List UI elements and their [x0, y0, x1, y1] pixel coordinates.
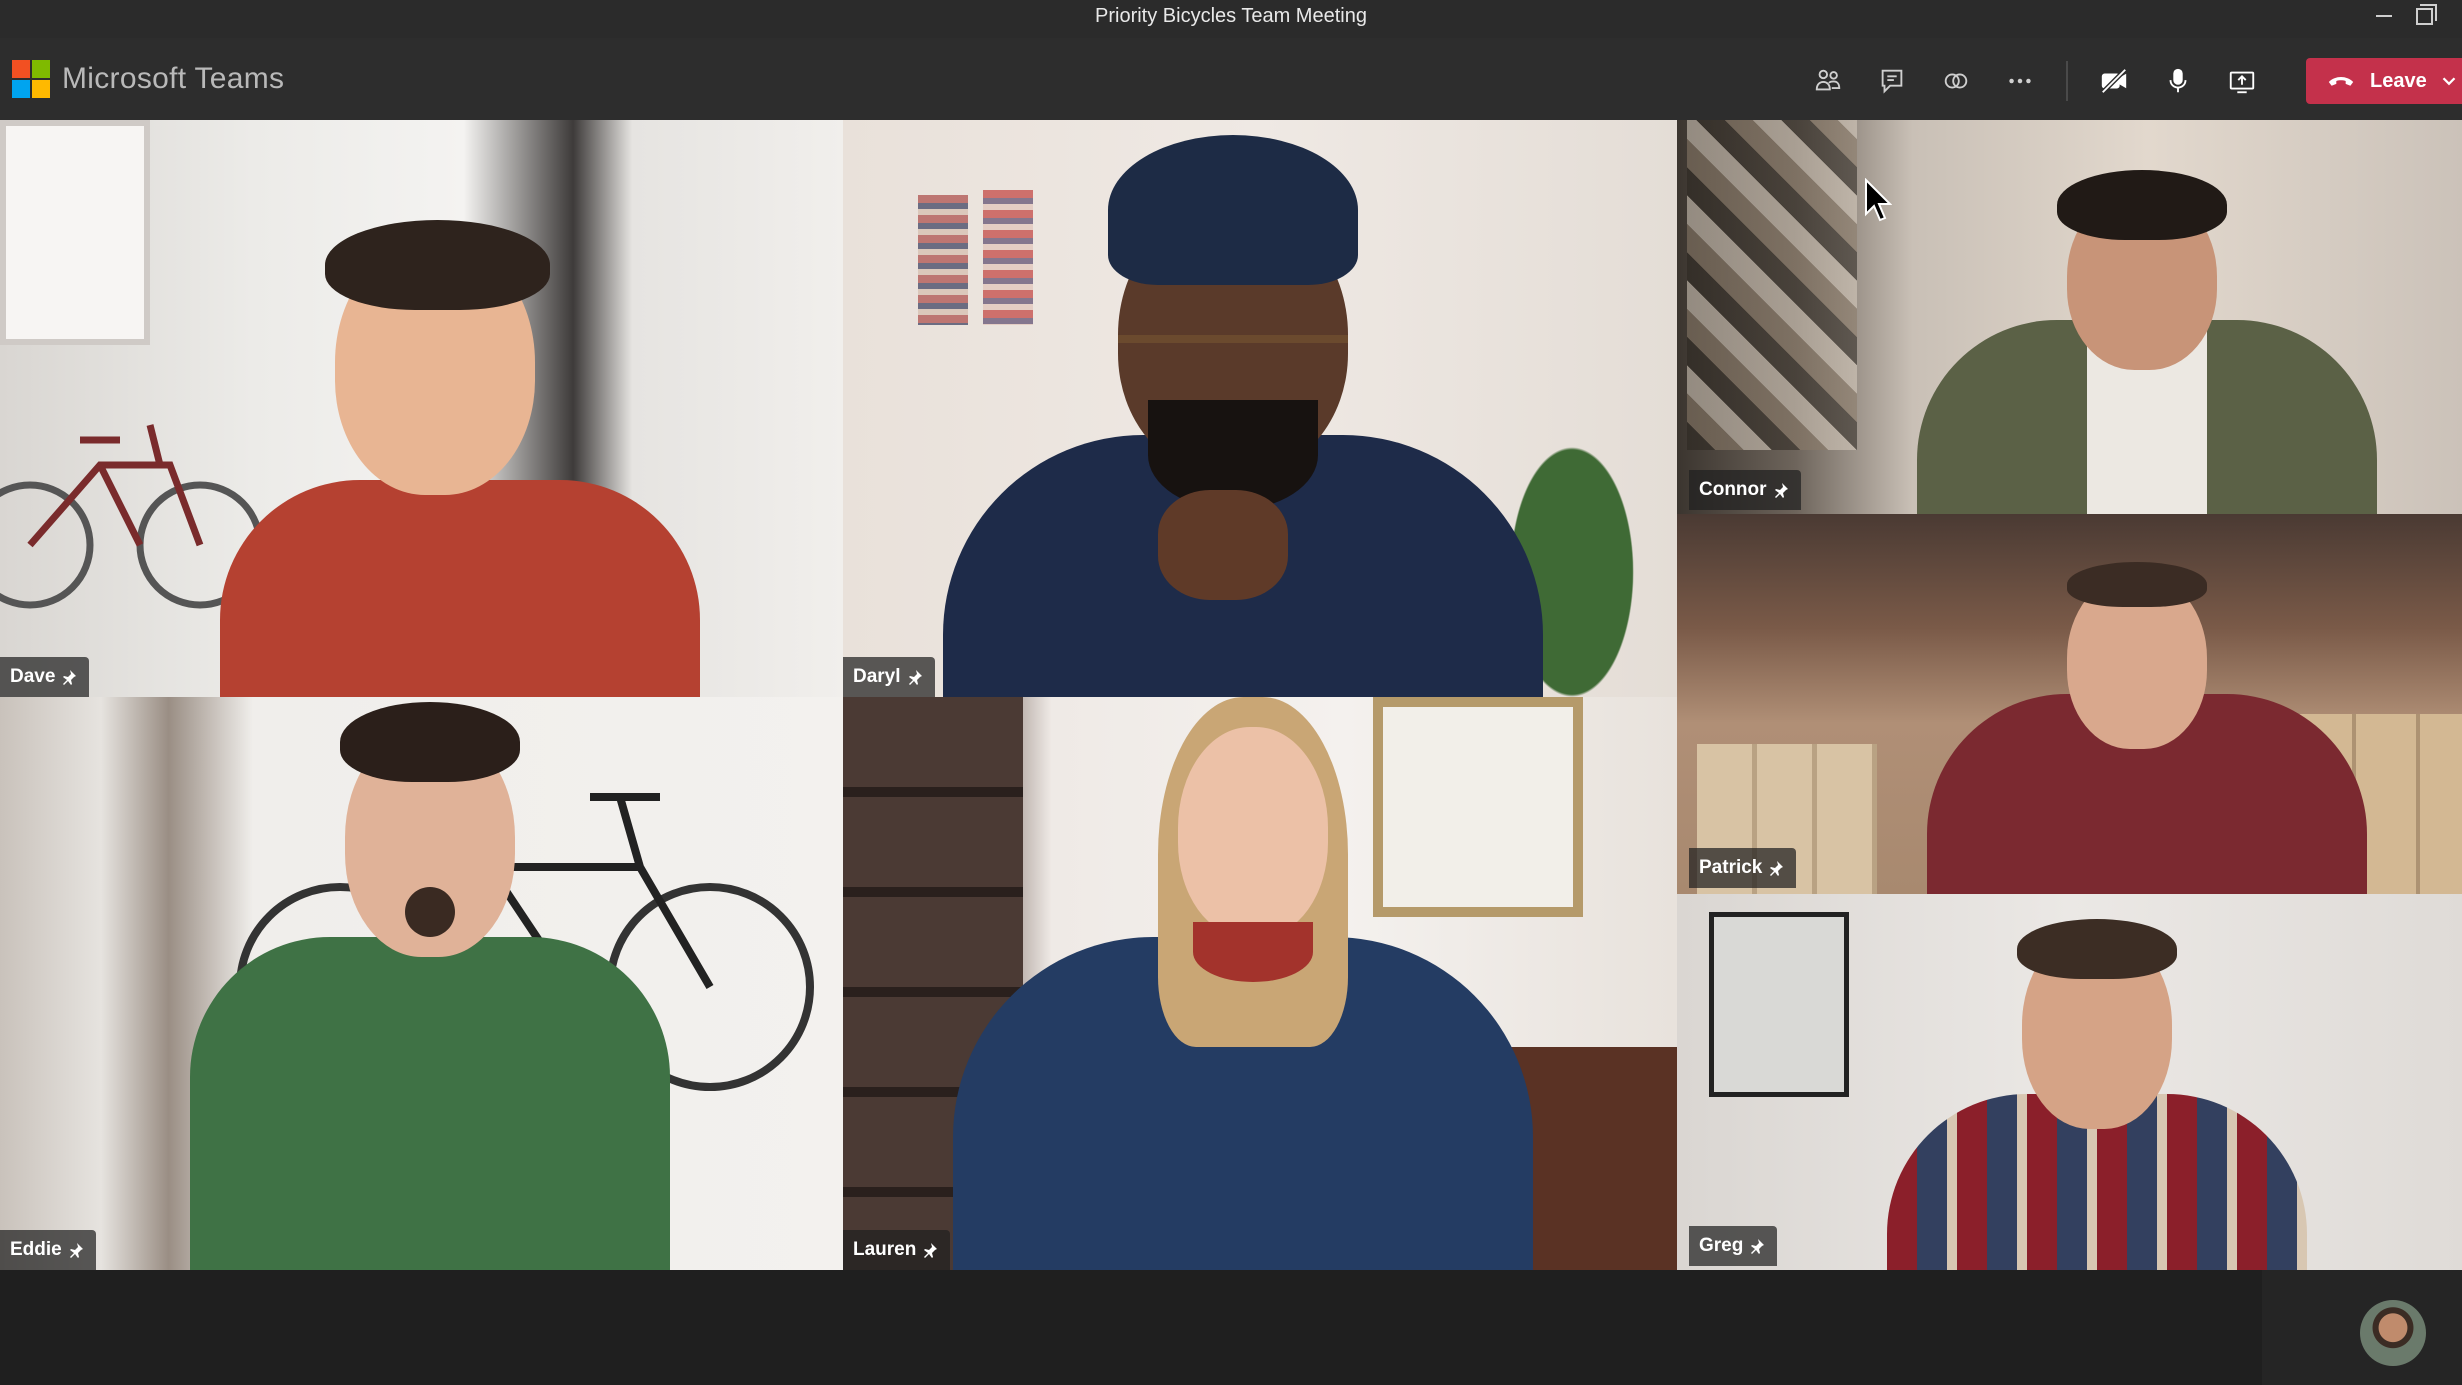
participant-name-tag: Connor — [1689, 470, 1801, 510]
pin-icon — [1751, 1239, 1765, 1254]
video-tile-patrick[interactable]: Patrick — [1677, 514, 2462, 894]
participant-name: Daryl — [853, 666, 901, 687]
pin-icon — [1774, 483, 1788, 498]
chat-icon — [1881, 69, 1903, 94]
microphone-button[interactable] — [2146, 58, 2210, 104]
share-screen-icon — [2229, 71, 2255, 94]
participant-name-tag: Greg — [1689, 1226, 1778, 1266]
participant-video — [1877, 140, 2437, 514]
video-tile-eddie[interactable]: Eddie — [0, 697, 843, 1270]
participant-video — [1917, 544, 2377, 894]
pin-icon — [1770, 861, 1784, 876]
wall-art — [1709, 912, 1849, 1097]
maximize-button[interactable] — [2404, 0, 2444, 32]
app-logo: Microsoft Teams — [12, 60, 284, 98]
scarf — [1193, 922, 1313, 982]
participant-name: Patrick — [1699, 857, 1763, 878]
participant-video — [210, 180, 710, 697]
window-title: Priority Bicycles Team Meeting — [1095, 5, 1367, 27]
participant-video — [1877, 914, 2317, 1270]
reactions-button[interactable] — [1924, 58, 1988, 104]
participant-video — [933, 697, 1553, 1270]
self-view[interactable] — [2262, 1270, 2462, 1385]
title-bar: Priority Bicycles Team Meeting — [0, 0, 2462, 38]
participants-button[interactable] — [1796, 58, 1860, 104]
mouse-cursor-icon — [1865, 178, 1892, 222]
avatar[interactable] — [2360, 1300, 2426, 1366]
camera-toggle-button[interactable] — [2082, 58, 2146, 104]
participant-name-tag: Lauren — [843, 1230, 951, 1270]
pin-icon — [69, 1243, 83, 1258]
video-tile-greg[interactable]: Greg — [1677, 894, 2462, 1270]
video-tile-connor[interactable]: Connor — [1677, 120, 2462, 514]
participant-name: Dave — [10, 666, 56, 687]
bicycle-poster — [0, 120, 150, 345]
pin-icon — [63, 670, 77, 685]
participant-name: Connor — [1699, 479, 1767, 500]
more-options-button[interactable] — [1988, 58, 2052, 104]
app-header: Microsoft Teams Leave — [0, 38, 2462, 120]
meeting-controls: Leave — [1796, 58, 2462, 104]
participant-name-tag: Daryl — [843, 657, 935, 697]
app-name: Microsoft Teams — [62, 62, 285, 95]
photo-wall — [1687, 120, 1857, 450]
participant-name-tag: Patrick — [1689, 848, 1797, 888]
participant-video — [180, 697, 680, 1270]
bottom-bar — [0, 1270, 2462, 1385]
share-screen-button[interactable] — [2210, 58, 2274, 104]
camera-off-icon — [2101, 68, 2127, 94]
chevron-down-icon[interactable] — [2438, 70, 2460, 92]
more-options-icon — [2009, 78, 2031, 84]
participant-name-tag: Dave — [0, 657, 90, 697]
goatee — [405, 887, 455, 937]
video-tile-daryl[interactable]: Daryl — [843, 120, 1677, 697]
glasses — [1118, 335, 1348, 403]
toolbar-divider — [2066, 61, 2068, 101]
participant-name: Eddie — [10, 1239, 62, 1260]
hand — [1158, 490, 1288, 600]
microphone-icon — [2169, 68, 2187, 93]
video-tile-lauren[interactable]: Lauren — [843, 697, 1677, 1270]
pin-icon — [908, 670, 922, 685]
reactions-icon — [1944, 73, 1968, 89]
participant-video — [903, 135, 1603, 697]
microsoft-logo-icon — [12, 60, 50, 98]
hang-up-icon — [2328, 77, 2354, 86]
participant-name: Lauren — [853, 1239, 917, 1260]
participant-name: Greg — [1699, 1235, 1744, 1256]
chat-button[interactable] — [1860, 58, 1924, 104]
minimize-button[interactable] — [2364, 0, 2404, 32]
leave-label: Leave — [2370, 69, 2427, 92]
video-tile-dave[interactable]: Dave — [0, 120, 843, 697]
teams-window: Priority Bicycles Team Meeting Microsoft… — [0, 0, 2462, 1385]
participant-name-tag: Eddie — [0, 1230, 96, 1270]
leave-button[interactable]: Leave — [2306, 58, 2462, 104]
participants-icon — [1815, 69, 1841, 91]
pin-icon — [924, 1243, 938, 1258]
